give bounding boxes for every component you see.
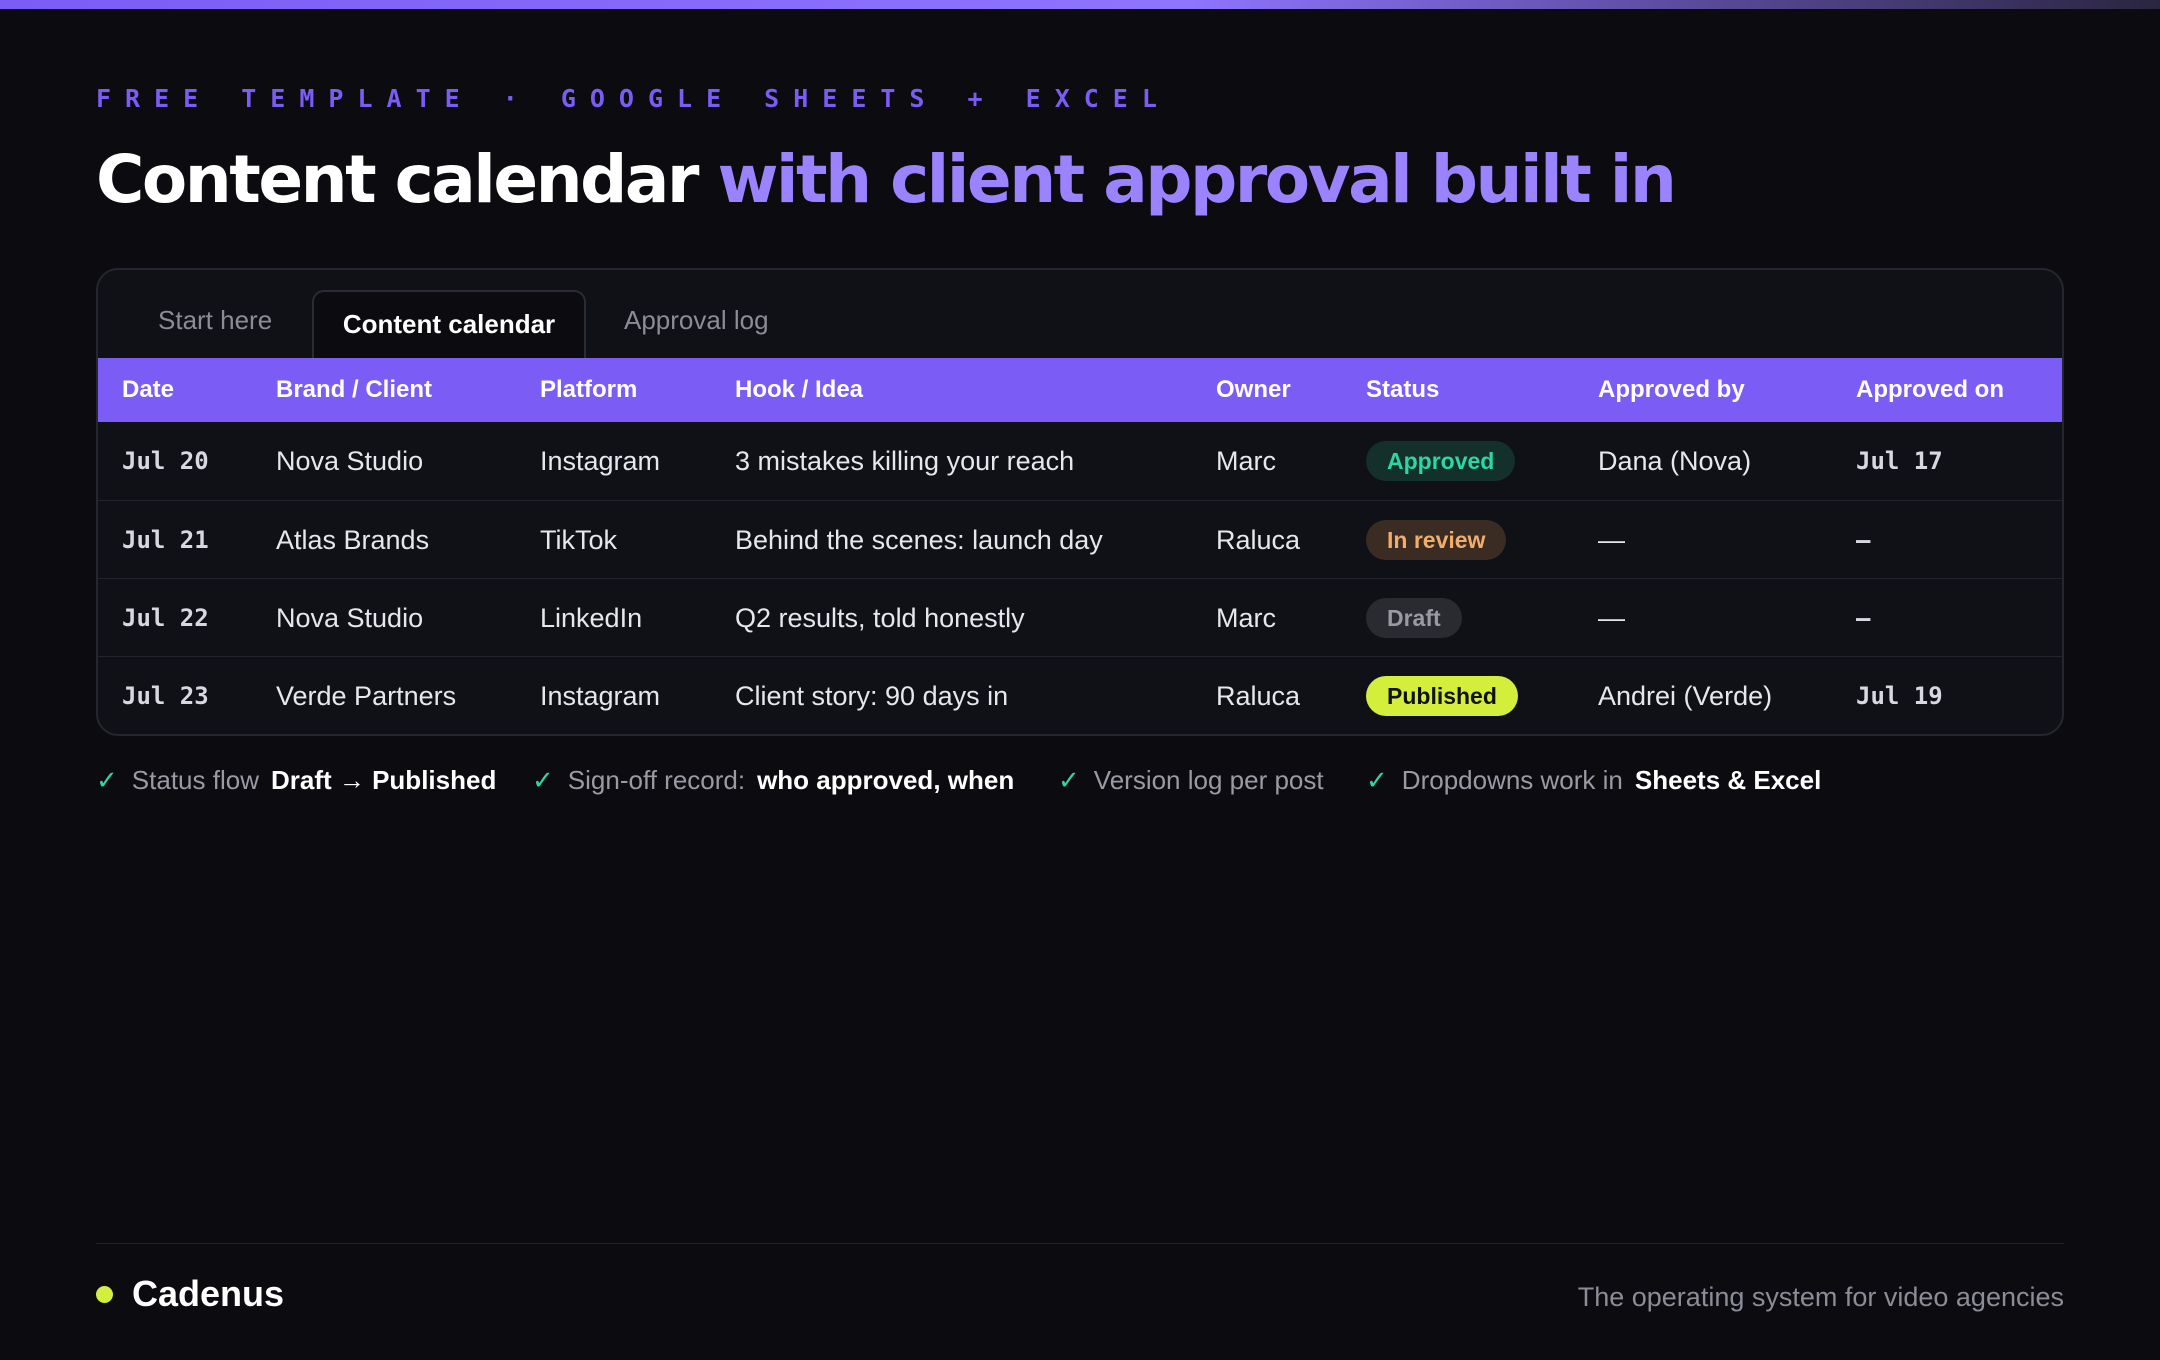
cell-approved-on[interactable]: Jul 17 — [1856, 422, 1943, 500]
cell-approved-on[interactable]: – — [1856, 501, 1870, 579]
column-header-date[interactable]: Date — [122, 358, 174, 422]
status-badge[interactable]: Published — [1366, 676, 1518, 716]
cell-approved-by[interactable]: Dana (Nova) — [1598, 422, 1751, 500]
footer-tagline: The operating system for video agencies — [1577, 1282, 2064, 1312]
cell-hook[interactable]: Client story: 90 days in — [735, 657, 1008, 734]
table-header: Date Brand / Client Platform Hook / Idea… — [98, 358, 2062, 422]
status-badge[interactable]: In review — [1366, 520, 1507, 560]
cell-platform[interactable]: Instagram — [540, 422, 660, 500]
cell-owner[interactable]: Raluca — [1216, 501, 1300, 579]
spreadsheet-card: Start here Content calendar Approval log… — [96, 268, 2064, 736]
table-row[interactable]: Jul 21 Atlas Brands TikTok Behind the sc… — [98, 500, 2062, 578]
tab-content-calendar[interactable]: Content calendar — [312, 290, 586, 358]
cell-approved-on[interactable]: Jul 19 — [1856, 657, 1943, 734]
sheet-tabs: Start here Content calendar Approval log — [98, 270, 2062, 358]
cell-owner[interactable]: Marc — [1216, 579, 1276, 657]
title-accent: with client approval built in — [717, 141, 1676, 218]
table-row[interactable]: Jul 20 Nova Studio Instagram 3 mistakes … — [98, 422, 2062, 500]
column-header-hook[interactable]: Hook / Idea — [735, 358, 863, 422]
cell-platform[interactable]: Instagram — [540, 657, 660, 734]
cell-approved-by[interactable]: Andrei (Verde) — [1598, 657, 1772, 734]
cell-brand[interactable]: Atlas Brands — [276, 501, 429, 579]
brand-logo[interactable]: Cadenus — [132, 1270, 284, 1318]
brand-dot-icon — [96, 1286, 113, 1303]
cell-platform[interactable]: TikTok — [540, 501, 617, 579]
feature-highlight: who approved, when — [757, 765, 1015, 795]
cell-owner[interactable]: Marc — [1216, 422, 1276, 500]
column-header-owner[interactable]: Owner — [1216, 358, 1291, 422]
feature-highlight: Draft → Published — [270, 765, 497, 795]
feature-text: Version log per post — [1093, 765, 1324, 795]
check-icon: ✓ — [1366, 765, 1388, 795]
cell-hook[interactable]: 3 mistakes killing your reach — [735, 422, 1074, 500]
eyebrow-label: FREE TEMPLATE · GOOGLE SHEETS + EXCEL — [96, 84, 1171, 113]
feature-highlight: Sheets & Excel — [1634, 765, 1822, 795]
cell-hook[interactable]: Behind the scenes: launch day — [735, 501, 1103, 579]
table-row[interactable]: Jul 23 Verde Partners Instagram Client s… — [98, 656, 2062, 734]
feature-status-flow: ✓ Status flow Draft → Published — [96, 760, 496, 800]
status-badge[interactable]: Draft — [1366, 598, 1462, 638]
column-header-status[interactable]: Status — [1366, 358, 1439, 422]
table-row[interactable]: Jul 22 Nova Studio LinkedIn Q2 results, … — [98, 578, 2062, 656]
cell-hook[interactable]: Q2 results, told honestly — [735, 579, 1025, 657]
feature-dropdowns: ✓ Dropdowns work in Sheets & Excel — [1366, 760, 1821, 800]
footer-divider — [96, 1243, 2064, 1244]
feature-text: Sign-off record: — [567, 765, 746, 795]
cell-owner[interactable]: Raluca — [1216, 657, 1300, 734]
feature-version-log: ✓ Version log per post — [1058, 760, 1324, 800]
cell-approved-by[interactable]: — — [1598, 579, 1625, 657]
status-badge[interactable]: Approved — [1366, 441, 1516, 481]
cell-approved-on[interactable]: – — [1856, 579, 1870, 657]
column-header-approved-by[interactable]: Approved by — [1598, 358, 1745, 422]
top-accent-bar — [0, 0, 2160, 9]
feature-sign-off-record: ✓ Sign-off record: who approved, when — [532, 760, 1014, 800]
cell-date[interactable]: Jul 23 — [122, 657, 209, 734]
cell-date[interactable]: Jul 22 — [122, 579, 209, 657]
tab-start-here[interactable]: Start here — [158, 290, 272, 358]
check-icon: ✓ — [532, 765, 554, 795]
cell-approved-by[interactable]: — — [1598, 501, 1625, 579]
cell-platform[interactable]: LinkedIn — [540, 579, 642, 657]
cell-brand[interactable]: Verde Partners — [276, 657, 456, 734]
cell-brand[interactable]: Nova Studio — [276, 422, 423, 500]
check-icon: ✓ — [96, 765, 118, 795]
tab-approval-log[interactable]: Approval log — [624, 290, 769, 358]
column-header-approved-on[interactable]: Approved on — [1856, 358, 2004, 422]
check-icon: ✓ — [1058, 765, 1080, 795]
page: FREE TEMPLATE · GOOGLE SHEETS + EXCEL Co… — [0, 0, 2160, 1360]
cell-brand[interactable]: Nova Studio — [276, 579, 423, 657]
page-title: Content calendar with client approval bu… — [96, 140, 1677, 220]
feature-text: Status flow — [131, 765, 259, 795]
cell-date[interactable]: Jul 21 — [122, 501, 209, 579]
feature-text: Dropdowns work in — [1401, 765, 1623, 795]
title-lead: Content calendar — [96, 141, 699, 218]
cell-date[interactable]: Jul 20 — [122, 422, 209, 500]
column-header-platform[interactable]: Platform — [540, 358, 637, 422]
column-header-brand[interactable]: Brand / Client — [276, 358, 432, 422]
